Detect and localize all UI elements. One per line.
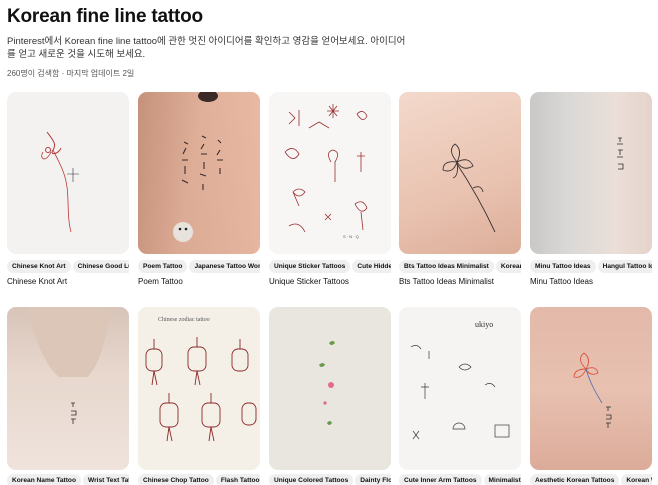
tag-chip[interactable]: Flash Tattoo — [215, 474, 260, 485]
tag-chip[interactable]: Wrist Text Tattoo — [83, 474, 129, 485]
pin-image[interactable] — [530, 307, 652, 470]
pin-card[interactable]: Chinese Knot ArtChinese Good Luck Chines… — [7, 92, 129, 286]
tag-chip[interactable]: Chinese Chop Tattoo — [138, 474, 214, 485]
pin-title[interactable]: Minu Tattoo Ideas — [530, 277, 593, 286]
sheet-caption: ukiyo — [475, 320, 493, 329]
pin-image[interactable] — [399, 92, 521, 254]
related-tags: Unique Sticker TattoosCute Hidden — [269, 260, 391, 274]
pin-image[interactable] — [138, 92, 260, 254]
tag-chip[interactable]: Cute Hidden — [352, 260, 391, 273]
ukiyo-sheet-illustration: ukiyo — [410, 320, 510, 440]
tag-chip[interactable]: Bts Tattoo Ideas Minimalist — [399, 260, 494, 273]
pin-image[interactable]: ukiyo — [399, 307, 521, 470]
tag-chip[interactable]: Chinese Good Luck — [72, 260, 129, 273]
tag-chip[interactable]: Japanese Tattoo Words — [189, 260, 260, 273]
flower-tattoo-illustration — [442, 143, 496, 233]
tiny-flowers-illustration — [319, 341, 335, 425]
related-tags: Poem TattooJapanese Tattoo Words — [138, 260, 260, 274]
tag-chip[interactable]: Unique Colored Tattoos — [269, 474, 354, 485]
knot-tattoo-illustration — [41, 131, 79, 233]
pin-image[interactable] — [269, 307, 391, 470]
tag-chip[interactable]: Chinese Knot Art — [7, 260, 71, 273]
pin-card[interactable]: Chinese zodiac tattoo Chinese Chop Tatto… — [138, 307, 260, 485]
page-description: Pinterest에서 Korean fine line tattoo에 관한 … — [7, 36, 406, 60]
tag-chip[interactable]: Cute Inner Arm Tattoos — [399, 474, 482, 485]
pin-title[interactable]: Bts Tattoo Ideas Minimalist — [399, 277, 494, 286]
tag-chip[interactable]: Dainty Flower — [355, 474, 391, 485]
tag-chip[interactable]: Korean — [495, 260, 521, 273]
pin-image[interactable]: S · N · Q — [269, 92, 391, 254]
sticker-sheet-illustration: S · N · Q — [284, 104, 368, 239]
tag-chip[interactable]: Korean Words — [621, 474, 652, 485]
board-header: Korean fine line tattoo Pinterest에서 Kore… — [7, 6, 647, 79]
arm-poem-illustration — [138, 92, 260, 254]
pin-card[interactable]: ukiyo Cute Inner Arm Tattoos Minimalist — [399, 307, 521, 485]
search-meta: 260명이 검색함 · 마지막 업데이트 2일 — [7, 69, 135, 78]
pin-image[interactable]: Chinese zodiac tattoo — [138, 307, 260, 470]
pin-card[interactable]: Korean Name TattooWrist Text Tattoo — [7, 307, 129, 485]
tag-chip[interactable]: Hangul Tattoo Ideas — [597, 260, 652, 273]
related-tags: Cute Inner Arm Tattoos Minimalist — [399, 474, 521, 485]
svg-text:S · N · Q: S · N · Q — [343, 234, 359, 239]
page-title: Korean fine line tattoo — [7, 6, 203, 27]
related-tags: Chinese Knot ArtChinese Good Luck — [7, 260, 129, 274]
chop-flash-illustration: Chinese zodiac tattoo — [145, 317, 257, 442]
pin-card[interactable]: Unique Colored TattoosDainty Flower — [269, 307, 391, 485]
related-tags: Unique Colored TattoosDainty Flower — [269, 474, 391, 485]
pin-image[interactable] — [530, 92, 652, 254]
pin-card[interactable]: Minu Tattoo IdeasHangul Tattoo Ideas Min… — [530, 92, 652, 286]
colored-flower-illustration — [573, 352, 612, 428]
tag-chip[interactable]: Minimalist — [483, 474, 521, 485]
pin-image[interactable] — [7, 307, 129, 470]
pin-card[interactable]: S · N · Q Unique Sticker Tattoos Cute Hid… — [269, 92, 391, 286]
related-tags: Aesthetic Korean TattoosKorean Words — [530, 474, 652, 485]
pin-image[interactable] — [7, 92, 129, 254]
hangul-wrist-illustration — [617, 137, 624, 170]
related-tags: Minu Tattoo IdeasHangul Tattoo Ideas — [530, 260, 652, 274]
tag-chip[interactable]: Minu Tattoo Ideas — [530, 260, 596, 273]
pin-card[interactable]: Poem TattooJapanese Tattoo Words Poem Ta… — [138, 92, 260, 286]
pin-title[interactable]: Chinese Knot Art — [7, 277, 67, 286]
tag-chip[interactable]: Unique Sticker Tattoos — [269, 260, 351, 273]
pin-card[interactable]: Aesthetic Korean TattoosKorean Words — [530, 307, 652, 485]
pin-title[interactable]: Poem Tattoo — [138, 277, 183, 286]
tag-chip[interactable]: Aesthetic Korean Tattoos — [530, 474, 620, 485]
pin-card[interactable]: Bts Tattoo Ideas MinimalistKorean Bts Ta… — [399, 92, 521, 286]
wrist-text-illustration — [27, 307, 111, 424]
tag-chip[interactable]: Poem Tattoo — [138, 260, 188, 273]
pin-title[interactable]: Unique Sticker Tattoos — [269, 277, 349, 286]
tag-chip[interactable]: Korean Name Tattoo — [7, 474, 81, 485]
related-tags: Chinese Chop Tattoo Flash Tattoo — [138, 474, 260, 485]
related-tags: Korean Name TattooWrist Text Tattoo — [7, 474, 129, 485]
related-tags: Bts Tattoo Ideas MinimalistKorean — [399, 260, 521, 274]
sheet-caption: Chinese zodiac tattoo — [158, 317, 210, 323]
